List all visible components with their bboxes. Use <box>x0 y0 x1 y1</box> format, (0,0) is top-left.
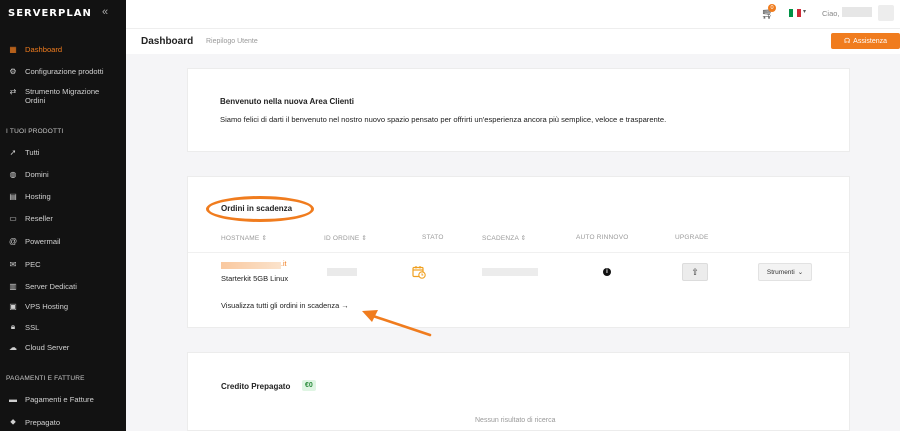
assistenza-button[interactable]: ☊ Assistenza <box>831 33 900 49</box>
sidebar-item-label: Pagamenti e Fatture <box>25 394 94 404</box>
column-header-scadenza[interactable]: SCADENZA ⇕ <box>482 234 526 242</box>
italian-flag-icon[interactable] <box>789 9 801 17</box>
sidebar-item-label: Powermail <box>25 236 61 246</box>
welcome-title: Benvenuto nella nuova Area Clienti <box>220 97 354 106</box>
hostname-redacted[interactable] <box>221 262 281 269</box>
sidebar-item-label: Server Dedicati <box>25 281 77 291</box>
sidebar-item-label: Dashboard <box>25 44 63 54</box>
sidebar-item-label: VPS Hosting <box>25 301 69 311</box>
dedicated-icon: ▥ <box>9 281 17 291</box>
strumenti-dropdown[interactable]: Strumenti ⌄ <box>758 263 812 281</box>
sidebar: SERVERPLAN « ▦ Dashboard ⚙ Configurazion… <box>0 0 126 431</box>
sidebar-item-label: PEC <box>25 259 41 269</box>
sidebar-item-server-dedicati[interactable]: ▥ Server Dedicati <box>0 279 126 293</box>
section-payments-heading: PAGAMENTI E FATTURE <box>6 375 85 382</box>
serverplan-logo[interactable]: SERVERPLAN <box>8 8 92 20</box>
grid-icon: ▦ <box>9 44 17 54</box>
assistenza-label: Assistenza <box>853 37 888 45</box>
user-name-redacted <box>842 7 872 17</box>
credit-title: Credito Prepagato <box>221 382 291 391</box>
globe-icon: ◍ <box>9 169 17 179</box>
lock-icon: 🔒︎ <box>10 322 16 331</box>
expiry-date-redacted <box>482 268 538 276</box>
arrow-annotation-icon <box>362 310 432 337</box>
headset-icon: ☊ <box>843 38 851 45</box>
sidebar-item-tutti[interactable]: ➚ Tutti <box>0 145 126 159</box>
upgrade-button[interactable]: ⇧ <box>682 263 708 281</box>
sidebar-item-label: Hosting <box>25 191 51 201</box>
column-header-stato: STATO <box>422 234 444 241</box>
sidebar-item-label: Configurazione prodotti <box>25 66 104 76</box>
prepaid-credit-card: Credito Prepagato €0 Nessun risultato di… <box>187 352 850 431</box>
sidebar-item-label: SSL <box>25 322 40 332</box>
vps-icon: ▣ <box>9 301 17 311</box>
strumenti-label: Strumenti <box>766 268 795 276</box>
page-header: Dashboard Riepilogo Utente ☊ Assistenza <box>126 28 900 54</box>
sidebar-item-label: Prepagato <box>25 417 61 427</box>
page-subtitle: Riepilogo Utente <box>206 38 258 45</box>
avatar[interactable] <box>878 5 894 21</box>
sidebar-item-pagamenti-fatture[interactable]: ▬ Pagamenti e Fatture <box>0 392 126 406</box>
server-icon: ▤ <box>9 191 17 201</box>
rocket-icon: ➚ <box>9 147 17 157</box>
sidebar-item-reseller[interactable]: ▭ Reseller <box>0 211 126 225</box>
calendar-clock-icon <box>412 266 426 279</box>
page-title: Dashboard <box>141 36 194 47</box>
at-icon: @ <box>8 236 18 246</box>
sidebar-item-domini[interactable]: ◍ Domini <box>0 167 126 181</box>
sidebar-item-label: Tutti <box>25 147 40 157</box>
collapse-sidebar-icon[interactable]: « <box>102 6 108 18</box>
sidebar-item-configurazione-prodotti[interactable]: ⚙ Configurazione prodotti <box>0 64 126 78</box>
chevron-down-icon: ⌄ <box>797 269 804 276</box>
welcome-text: Siamo felici di darti il benvenuto nel n… <box>220 115 667 124</box>
sidebar-item-prepagato[interactable]: ⬥ Prepagato <box>0 415 126 429</box>
view-all-expiring-link[interactable]: Visualizza tutti gli ordini in scadenza … <box>221 301 349 310</box>
sidebar-item-label: Cloud Server <box>25 342 70 352</box>
empty-state-text: Nessun risultato di ricerca <box>475 417 556 424</box>
topbar: 🛒︎ 0 ▾ Ciao, <box>126 0 900 28</box>
sidebar-item-label: Strumento Migrazione Ordini <box>25 87 100 105</box>
sidebar-item-ssl[interactable]: 🔒︎ SSL <box>0 320 126 334</box>
hostname-tld[interactable]: .it <box>281 261 286 268</box>
order-plan: Starterkit 5GB Linux <box>221 274 289 283</box>
credit-amount-badge: €0 <box>302 380 316 391</box>
sidebar-item-label: Domini <box>25 169 49 179</box>
welcome-card: Benvenuto nella nuova Area Clienti Siamo… <box>187 68 850 152</box>
divider <box>188 252 849 253</box>
pec-icon: ✉ <box>9 259 17 269</box>
sidebar-item-hosting[interactable]: ▤ Hosting <box>0 189 126 203</box>
column-header-hostname[interactable]: HOSTNAME ⇕ <box>221 234 267 242</box>
sidebar-item-cloud-server[interactable]: ☁ Cloud Server <box>0 340 126 354</box>
orders-title: Ordini in scadenza <box>221 204 293 213</box>
sidebar-item-vps-hosting[interactable]: ▣ VPS Hosting <box>0 299 126 313</box>
sidebar-item-pec[interactable]: ✉ PEC <box>0 257 126 271</box>
sidebar-item-strumento-migrazione[interactable]: ⇄ Strumento Migrazione Ordini <box>0 87 118 109</box>
wallet-icon: ▬ <box>9 394 17 404</box>
cloud-icon: ☁ <box>9 342 17 352</box>
sidebar-item-label: Reseller <box>25 213 53 223</box>
info-icon[interactable]: i <box>603 268 611 276</box>
reseller-icon: ▭ <box>9 213 17 223</box>
order-id-redacted <box>327 268 357 276</box>
sidebar-item-dashboard[interactable]: ▦ Dashboard <box>0 42 126 56</box>
sliders-icon: ⚙ <box>9 66 17 76</box>
expiring-orders-card: Ordini in scadenza HOSTNAME ⇕ ID ORDINE … <box>187 176 850 337</box>
flag-stripe-red <box>797 9 801 17</box>
chevron-down-icon[interactable]: ▾ <box>803 8 806 15</box>
column-header-auto-rinnovo: AUTO RINNOVO <box>576 234 629 241</box>
column-header-id-ordine[interactable]: ID ORDINE ⇕ <box>324 234 367 242</box>
greeting: Ciao, <box>822 9 840 18</box>
cart-count-badge: 0 <box>768 4 776 12</box>
sidebar-item-powermail[interactable]: @ Powermail <box>0 234 126 248</box>
column-header-upgrade: UPGRADE <box>675 234 709 241</box>
section-products-heading: I TUOI PRODOTTI <box>6 128 64 135</box>
migrate-icon: ⇄ <box>9 87 17 96</box>
prepaid-icon: ⬥ <box>10 417 16 426</box>
